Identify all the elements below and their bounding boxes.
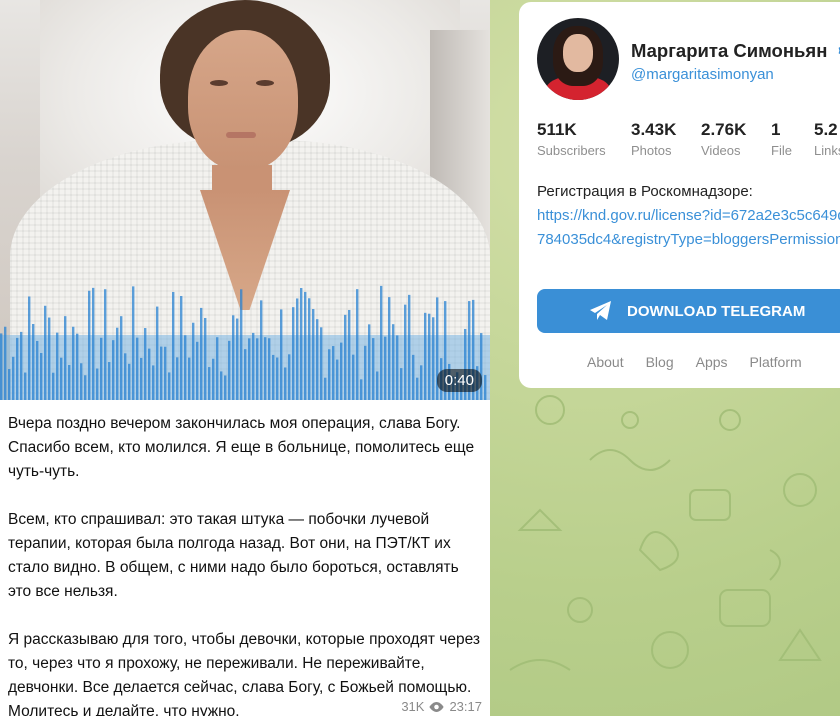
eye-icon <box>429 701 445 712</box>
footer-link-about[interactable]: About <box>587 354 624 370</box>
video-eye <box>210 80 228 86</box>
channel-post: 0:40 Вчера поздно вечером закончилась мо… <box>0 0 490 716</box>
stat-label: Links <box>814 143 840 158</box>
video-eye <box>256 80 274 86</box>
stat-label: Subscribers <box>537 143 606 158</box>
stat-subscribers[interactable]: 511K Subscribers <box>537 120 631 158</box>
views-count: 31K <box>401 699 425 714</box>
avatar[interactable] <box>537 18 619 100</box>
post-paragraph: Вчера поздно вечером закончилась моя опе… <box>8 415 475 480</box>
avatar-face <box>563 34 593 72</box>
download-label: DOWNLOAD TELEGRAM <box>627 302 806 320</box>
footer-links: About Blog Apps Platform <box>587 354 824 370</box>
channel-info-card: Маргарита Симоньян @margaritasimonyan 51… <box>519 2 840 388</box>
stat-value: 1 <box>771 120 781 139</box>
stat-links[interactable]: 5.2 Links <box>814 120 840 158</box>
channel-stats: 511K Subscribers 3.43K Photos 2.76K Vide… <box>537 120 840 158</box>
post-text: Вчера поздно вечером закончилась моя опе… <box>8 412 484 716</box>
channel-name-row: Маргарита Симоньян <box>631 40 840 62</box>
download-telegram-button[interactable]: DOWNLOAD TELEGRAM <box>537 289 840 333</box>
post-video[interactable]: 0:40 <box>0 0 490 400</box>
channel-username: @margaritasimonyan <box>631 66 774 83</box>
stat-videos[interactable]: 2.76K Videos <box>701 120 771 158</box>
footer-link-platform[interactable]: Platform <box>750 354 802 370</box>
channel-name: Маргарита Симоньян <box>631 40 828 61</box>
post-paragraph: Всем, кто спрашивал: это такая штука — п… <box>8 511 459 600</box>
verified-icon <box>838 46 840 55</box>
stat-value: 3.43K <box>631 120 677 139</box>
stat-value: 5.2 <box>814 120 838 139</box>
post-meta: 31K 23:17 <box>401 699 482 714</box>
stat-label: File <box>771 143 792 158</box>
video-duration: 0:40 <box>436 369 482 392</box>
registry-link[interactable]: https://knd.gov.ru/license?id=672a2e3c5c… <box>537 207 840 248</box>
stat-value: 2.76K <box>701 120 747 139</box>
video-face <box>188 30 298 170</box>
channel-description: Регистрация в Роскомнадзоре: https://knd… <box>537 180 840 252</box>
stat-label: Videos <box>701 143 741 158</box>
video-mouth <box>226 132 256 138</box>
stat-files[interactable]: 1 File <box>771 120 814 158</box>
stat-value: 511K <box>537 120 577 139</box>
footer-link-blog[interactable]: Blog <box>646 354 674 370</box>
footer-link-apps[interactable]: Apps <box>696 354 728 370</box>
description-text: Регистрация в Роскомнадзоре: <box>537 183 753 200</box>
wallpaper-doodles <box>509 395 822 671</box>
telegram-plane-icon <box>590 301 611 320</box>
audio-waveform-overlay <box>0 285 490 400</box>
post-time: 23:17 <box>449 699 482 714</box>
stat-label: Photos <box>631 143 672 158</box>
stat-photos[interactable]: 3.43K Photos <box>631 120 701 158</box>
